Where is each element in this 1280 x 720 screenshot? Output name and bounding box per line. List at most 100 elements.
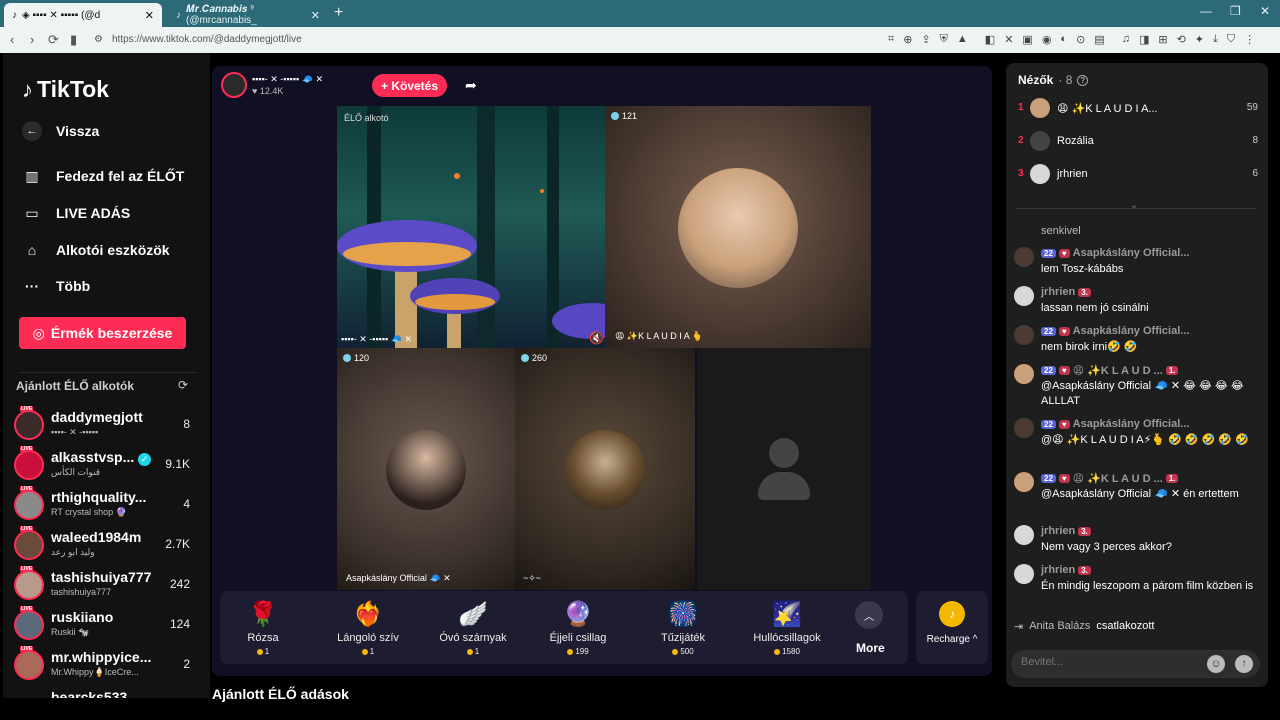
chevron-down-icon[interactable]: ⌄ bbox=[1130, 200, 1138, 211]
back-icon[interactable]: ‹ bbox=[10, 32, 14, 47]
vpn-icon[interactable]: ⛉ bbox=[1227, 33, 1235, 46]
recommended-account[interactable]: LIVE alkasstvsp... ✓ قنوات الكأس 9.1K bbox=[14, 446, 194, 484]
send-icon[interactable]: ↑ bbox=[1235, 655, 1253, 673]
empty-seat-icon bbox=[769, 438, 799, 468]
empty-seat[interactable] bbox=[697, 348, 871, 590]
guest-badge: 120 bbox=[343, 353, 369, 363]
guest-video[interactable]: 120 Asapkáslány Official 🧢 ✕ bbox=[337, 348, 515, 590]
music-icon[interactable]: ♫ bbox=[1122, 33, 1130, 46]
host-video[interactable]: ÉLŐ alkotó ▪▪▪▪- ✕ -▪▪▪▪▪ 🧢 ✕ 🔇 bbox=[337, 106, 605, 348]
menu-icon[interactable]: ⋮ bbox=[1244, 33, 1255, 46]
tab-title: 𝑴𝒓.𝑪𝒂𝒏𝒏𝒂𝒃𝒊𝒔 ⁹ (@mrcannabis_ bbox=[186, 4, 257, 26]
top-viewer[interactable]: 2 Rozália 8 bbox=[1018, 131, 1258, 155]
chat-header: 22 ♥ 😩 ✨K L A U D ... 1. bbox=[1041, 472, 1179, 485]
gift-bar: 🌹 Rózsa 1 ❤️‍🔥 Lángoló szív 1 🪽 Óvó szár… bbox=[220, 591, 908, 664]
history-icon[interactable]: ⟲ bbox=[1177, 33, 1186, 46]
triangle-icon[interactable]: ▲ bbox=[957, 33, 968, 46]
back-link[interactable]: ← Vissza bbox=[22, 121, 99, 141]
sparkle-icon[interactable]: ✦ bbox=[1195, 33, 1204, 46]
recommended-account[interactable]: LIVE mr.whippyice... Mr.Whippy🍦IceCre...… bbox=[14, 646, 194, 684]
chat-text: Nem vagy 3 perces akkor? bbox=[1041, 541, 1172, 553]
shield-icon[interactable]: ⛨ bbox=[940, 33, 948, 46]
host-avatar[interactable] bbox=[221, 72, 247, 98]
browser-tab-active[interactable]: ♪ ◈ ▪▪▪▪ ✕ ▪▪▪▪▪ (@d ✕ bbox=[4, 3, 162, 27]
share-icon[interactable]: ➦ bbox=[465, 77, 477, 94]
zoom-icon[interactable]: ⊕ bbox=[903, 33, 912, 46]
extension-icon[interactable]: ◧ bbox=[985, 33, 995, 46]
gift-item[interactable]: 🪽 Óvó szárnyak 1 bbox=[428, 597, 518, 657]
site-info-icon[interactable]: ⚙ bbox=[94, 34, 103, 45]
avatar bbox=[1014, 564, 1034, 584]
recommended-account[interactable]: LIVE rthighquality... RT crystal shop 🔮 … bbox=[14, 486, 194, 524]
extension-icon[interactable]: ▤ bbox=[1094, 33, 1104, 46]
recommended-account[interactable]: LIVE waleed1984m وليد ابو رعد 2.7K bbox=[14, 526, 194, 564]
gift-item[interactable]: ❤️‍🔥 Lángoló szív 1 bbox=[323, 597, 413, 657]
url-field[interactable]: https://www.tiktok.com/@daddymegjott/liv… bbox=[112, 34, 302, 45]
guest-score: 121 bbox=[622, 111, 638, 121]
get-coins-button[interactable]: ◎ Érmék beszerzése bbox=[19, 317, 186, 349]
close-tab-icon[interactable]: ✕ bbox=[311, 9, 320, 22]
level-badge: 22 bbox=[1041, 248, 1056, 258]
help-icon[interactable]: ? bbox=[1077, 74, 1089, 86]
emoji-icon[interactable]: ☺ bbox=[1207, 655, 1225, 673]
close-tab-icon[interactable]: ✕ bbox=[145, 9, 154, 22]
tiktok-logo[interactable]: ♪ TikTok bbox=[22, 76, 109, 103]
gift-item[interactable]: 🌹 Rózsa 1 bbox=[218, 597, 308, 657]
gift-item[interactable]: 🔮 Éjjeli csillag 199 bbox=[533, 597, 623, 657]
chevron-up-icon[interactable]: ︿ bbox=[855, 601, 883, 629]
sidebar-item-creator-tools[interactable]: ⌂ Alkotói eszközök bbox=[22, 240, 170, 260]
chat-input[interactable] bbox=[1021, 656, 1201, 668]
browser-tab-inactive[interactable]: ♪ 𝑴𝒓.𝑪𝒂𝒏𝒏𝒂𝒃𝒊𝒔 ⁹ (@mrcannabis_ ✕ bbox=[168, 3, 328, 27]
gift-price: 199 bbox=[575, 647, 589, 656]
account-name: tashishuiya777 bbox=[51, 569, 152, 585]
viewer-name: Rozália bbox=[1057, 135, 1094, 147]
live-tv-icon: ▥ bbox=[25, 167, 39, 184]
download-icon[interactable]: ⤓ bbox=[1213, 33, 1218, 46]
gift-item[interactable]: 🎆 Tűzijáték 500 bbox=[638, 597, 728, 657]
close-window-icon[interactable]: ✕ bbox=[1260, 4, 1270, 18]
bookmark-icon[interactable]: ▮ bbox=[70, 32, 77, 48]
account-subtitle: Mr.Whippy🍦IceCre... bbox=[51, 667, 139, 677]
recommended-account[interactable]: LIVE tashishuiya777 tashishuiya777 242 bbox=[14, 566, 194, 604]
extension-icon[interactable]: ◉ bbox=[1042, 33, 1052, 46]
guest-avatar bbox=[678, 168, 798, 288]
coin-icon: ◎ bbox=[32, 324, 45, 341]
refresh-icon[interactable]: ⟳ bbox=[178, 378, 188, 392]
ellipsis-icon: ··· bbox=[25, 278, 39, 294]
recommended-account[interactable]: LIVE ruskiiano Ruskii 🐄 124 bbox=[14, 606, 194, 644]
extension-icon[interactable]: ◐ bbox=[1060, 33, 1067, 46]
tab-search-icon[interactable]: ⊞ bbox=[1158, 33, 1167, 46]
account-name: rthighquality... bbox=[51, 489, 147, 505]
sidebar-icon[interactable]: ◨ bbox=[1139, 33, 1149, 46]
viewer-rank: 2 bbox=[1018, 135, 1024, 146]
top-viewer[interactable]: 3 jrhrien 6 bbox=[1018, 164, 1258, 188]
gift-item[interactable]: 🌠 Hullócsillagok 1580 bbox=[742, 597, 832, 657]
guest-video[interactable]: 121 😩 ✨K L A U D I A 🫰 bbox=[605, 106, 871, 348]
recharge-button[interactable]: ♪ Recharge ^ bbox=[916, 591, 988, 664]
more-gifts-button[interactable]: More bbox=[856, 641, 885, 655]
host-name[interactable]: ▪▪▪▪- ✕ -▪▪▪▪▪ 🧢 ✕ bbox=[252, 74, 323, 85]
sidebar-item-more[interactable]: ··· Több bbox=[22, 276, 90, 296]
extension-icon[interactable]: ▣ bbox=[1022, 33, 1032, 46]
guest-video[interactable]: 260 ~✧~ bbox=[515, 348, 695, 590]
avatar bbox=[14, 490, 44, 520]
likes-count: 12.4K bbox=[259, 86, 284, 96]
new-tab-icon[interactable]: + bbox=[334, 4, 343, 22]
reload-icon[interactable]: ⟳ bbox=[48, 32, 59, 48]
gift-name: Tűzijáték bbox=[660, 632, 706, 644]
minimize-icon[interactable]: — bbox=[1200, 4, 1212, 18]
recommended-account[interactable]: LIVE daddymegjott ▪▪▪▪- ✕ -▪▪▪▪▪ 8 bbox=[14, 406, 194, 444]
sidebar-item-explore-live[interactable]: ▥ Fedezd fel az ÉLŐT bbox=[22, 166, 184, 186]
mute-icon[interactable]: 🔇 bbox=[589, 331, 604, 345]
translate-icon[interactable]: ⌗ bbox=[888, 33, 894, 46]
top-viewer[interactable]: 1 😩 ✨K L A U D I A... 59 bbox=[1018, 98, 1258, 122]
follow-button[interactable]: + Követés bbox=[372, 74, 447, 97]
maximize-icon[interactable]: ❐ bbox=[1230, 4, 1241, 18]
sidebar-item-go-live[interactable]: ▭ LIVE ADÁS bbox=[22, 203, 130, 223]
extension-icon[interactable]: ⊙ bbox=[1076, 33, 1085, 46]
recommended-account[interactable]: bearcks533 bbox=[14, 688, 194, 698]
guest-caption: Asapkáslány Official 🧢 ✕ bbox=[346, 573, 451, 583]
share-page-icon[interactable]: ⇪ bbox=[921, 33, 930, 46]
extension-icon[interactable]: ✕ bbox=[1004, 33, 1013, 46]
forward-icon[interactable]: › bbox=[30, 32, 34, 47]
